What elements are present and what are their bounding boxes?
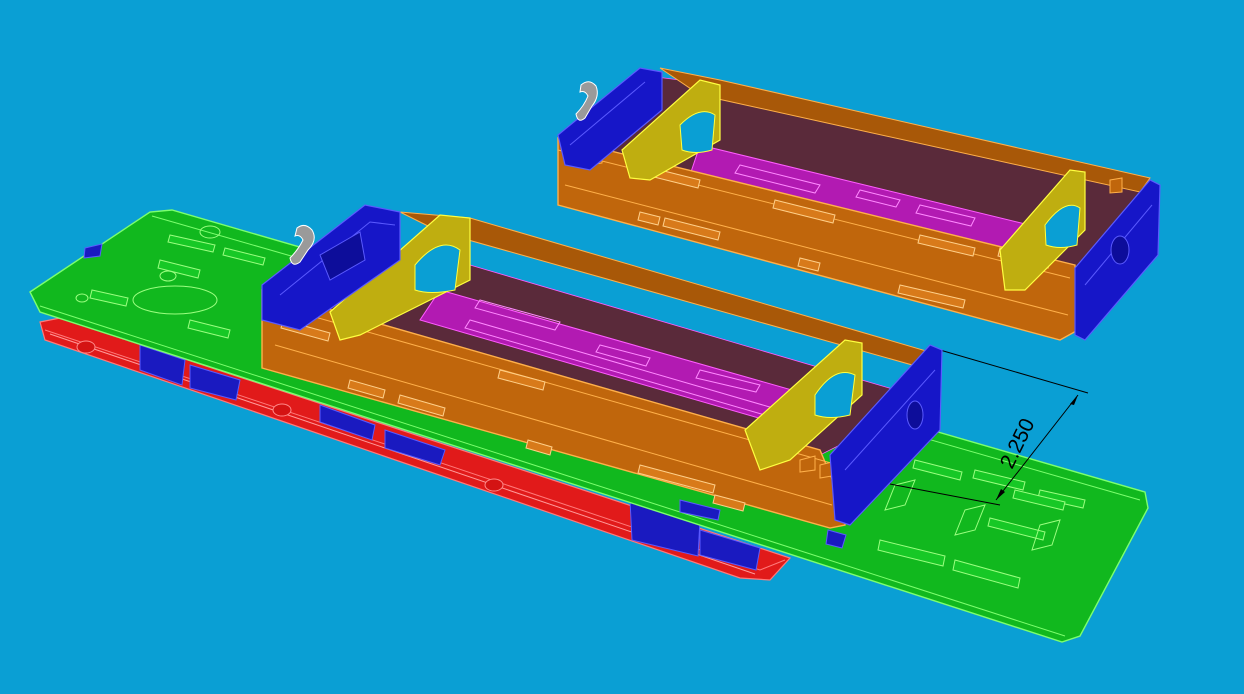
back-car-body[interactable] (557, 67, 1161, 341)
cad-3d-viewport[interactable]: 2.250 (0, 0, 1244, 694)
cad-scene: 2.250 (29, 67, 1161, 643)
